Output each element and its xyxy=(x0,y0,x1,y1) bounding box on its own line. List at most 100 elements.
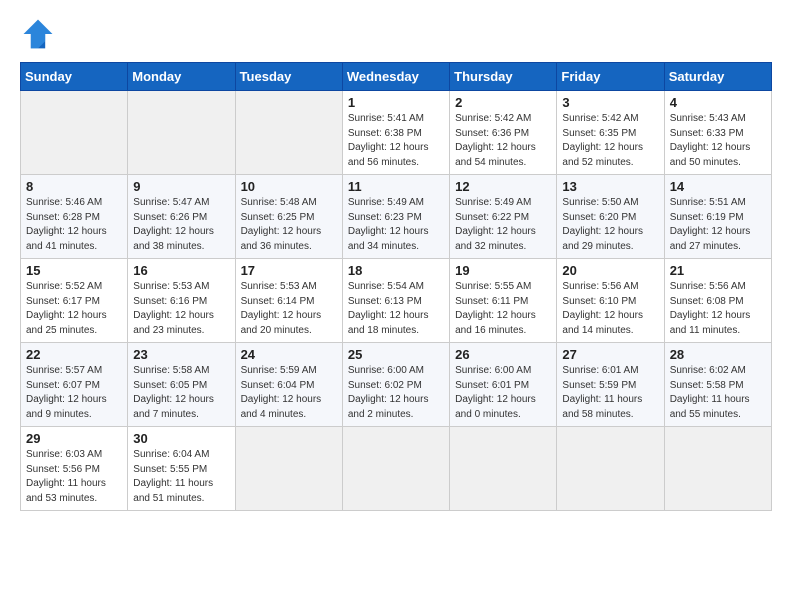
calendar-cell: 16 Sunrise: 5:53 AMSunset: 6:16 PMDayligh… xyxy=(128,259,235,343)
day-info: Sunrise: 5:41 AMSunset: 6:38 PMDaylight:… xyxy=(348,112,445,170)
day-number: 27 xyxy=(562,347,659,362)
calendar-cell xyxy=(664,427,771,511)
col-header-thursday: Thursday xyxy=(450,63,557,91)
calendar-cell: 8 Sunrise: 5:46 AMSunset: 6:28 PMDaylight… xyxy=(21,175,128,259)
day-number: 28 xyxy=(670,347,767,362)
day-number: 26 xyxy=(455,347,552,362)
day-info: Sunrise: 5:53 AMSunset: 6:14 PMDaylight:… xyxy=(241,280,338,338)
calendar-cell: 28 Sunrise: 6:02 AMSunset: 5:58 PMDayligh… xyxy=(664,343,771,427)
day-info: Sunrise: 6:02 AMSunset: 5:58 PMDaylight:… xyxy=(670,364,767,422)
calendar-cell xyxy=(128,91,235,175)
day-number: 1 xyxy=(348,95,445,110)
calendar-cell: 19 Sunrise: 5:55 AMSunset: 6:11 PMDayligh… xyxy=(450,259,557,343)
day-info: Sunrise: 6:00 AMSunset: 6:02 PMDaylight:… xyxy=(348,364,445,422)
col-header-wednesday: Wednesday xyxy=(342,63,449,91)
calendar-cell: 12 Sunrise: 5:49 AMSunset: 6:22 PMDayligh… xyxy=(450,175,557,259)
day-number: 19 xyxy=(455,263,552,278)
day-info: Sunrise: 5:42 AMSunset: 6:35 PMDaylight:… xyxy=(562,112,659,170)
day-info: Sunrise: 5:53 AMSunset: 6:16 PMDaylight:… xyxy=(133,280,230,338)
calendar-cell: 30 Sunrise: 6:04 AMSunset: 5:55 PMDayligh… xyxy=(128,427,235,511)
day-number: 4 xyxy=(670,95,767,110)
day-number: 21 xyxy=(670,263,767,278)
page: SundayMondayTuesdayWednesdayThursdayFrid… xyxy=(0,0,792,521)
day-number: 3 xyxy=(562,95,659,110)
day-info: Sunrise: 5:56 AMSunset: 6:10 PMDaylight:… xyxy=(562,280,659,338)
calendar-cell: 21 Sunrise: 5:56 AMSunset: 6:08 PMDayligh… xyxy=(664,259,771,343)
day-number: 17 xyxy=(241,263,338,278)
day-info: Sunrise: 5:50 AMSunset: 6:20 PMDaylight:… xyxy=(562,196,659,254)
day-info: Sunrise: 5:56 AMSunset: 6:08 PMDaylight:… xyxy=(670,280,767,338)
calendar-cell: 27 Sunrise: 6:01 AMSunset: 5:59 PMDayligh… xyxy=(557,343,664,427)
day-info: Sunrise: 5:55 AMSunset: 6:11 PMDaylight:… xyxy=(455,280,552,338)
calendar-cell xyxy=(342,427,449,511)
calendar-cell: 23 Sunrise: 5:58 AMSunset: 6:05 PMDayligh… xyxy=(128,343,235,427)
day-number: 18 xyxy=(348,263,445,278)
day-number: 14 xyxy=(670,179,767,194)
day-number: 9 xyxy=(133,179,230,194)
day-number: 12 xyxy=(455,179,552,194)
day-info: Sunrise: 5:46 AMSunset: 6:28 PMDaylight:… xyxy=(26,196,123,254)
calendar-cell: 24 Sunrise: 5:59 AMSunset: 6:04 PMDayligh… xyxy=(235,343,342,427)
day-info: Sunrise: 6:04 AMSunset: 5:55 PMDaylight:… xyxy=(133,448,230,506)
day-info: Sunrise: 5:49 AMSunset: 6:22 PMDaylight:… xyxy=(455,196,552,254)
day-info: Sunrise: 5:42 AMSunset: 6:36 PMDaylight:… xyxy=(455,112,552,170)
col-header-sunday: Sunday xyxy=(21,63,128,91)
day-info: Sunrise: 5:48 AMSunset: 6:25 PMDaylight:… xyxy=(241,196,338,254)
day-number: 13 xyxy=(562,179,659,194)
calendar-cell: 9 Sunrise: 5:47 AMSunset: 6:26 PMDaylight… xyxy=(128,175,235,259)
calendar-cell: 15 Sunrise: 5:52 AMSunset: 6:17 PMDayligh… xyxy=(21,259,128,343)
day-number: 2 xyxy=(455,95,552,110)
day-number: 8 xyxy=(26,179,123,194)
day-info: Sunrise: 6:03 AMSunset: 5:56 PMDaylight:… xyxy=(26,448,123,506)
calendar-cell xyxy=(21,91,128,175)
day-number: 29 xyxy=(26,431,123,446)
day-number: 11 xyxy=(348,179,445,194)
calendar-cell: 29 Sunrise: 6:03 AMSunset: 5:56 PMDayligh… xyxy=(21,427,128,511)
day-number: 23 xyxy=(133,347,230,362)
calendar-cell: 17 Sunrise: 5:53 AMSunset: 6:14 PMDayligh… xyxy=(235,259,342,343)
day-number: 25 xyxy=(348,347,445,362)
col-header-monday: Monday xyxy=(128,63,235,91)
day-number: 15 xyxy=(26,263,123,278)
calendar-cell: 14 Sunrise: 5:51 AMSunset: 6:19 PMDayligh… xyxy=(664,175,771,259)
day-info: Sunrise: 5:57 AMSunset: 6:07 PMDaylight:… xyxy=(26,364,123,422)
logo xyxy=(20,16,62,52)
day-number: 24 xyxy=(241,347,338,362)
day-number: 22 xyxy=(26,347,123,362)
day-number: 16 xyxy=(133,263,230,278)
day-info: Sunrise: 5:54 AMSunset: 6:13 PMDaylight:… xyxy=(348,280,445,338)
calendar-cell: 4 Sunrise: 5:43 AMSunset: 6:33 PMDaylight… xyxy=(664,91,771,175)
day-info: Sunrise: 6:00 AMSunset: 6:01 PMDaylight:… xyxy=(455,364,552,422)
calendar-cell: 26 Sunrise: 6:00 AMSunset: 6:01 PMDayligh… xyxy=(450,343,557,427)
header xyxy=(20,16,772,52)
calendar-cell: 3 Sunrise: 5:42 AMSunset: 6:35 PMDaylight… xyxy=(557,91,664,175)
day-number: 10 xyxy=(241,179,338,194)
day-info: Sunrise: 5:52 AMSunset: 6:17 PMDaylight:… xyxy=(26,280,123,338)
calendar-cell: 1 Sunrise: 5:41 AMSunset: 6:38 PMDaylight… xyxy=(342,91,449,175)
day-info: Sunrise: 5:47 AMSunset: 6:26 PMDaylight:… xyxy=(133,196,230,254)
logo-icon xyxy=(20,16,56,52)
calendar-cell xyxy=(235,91,342,175)
day-info: Sunrise: 5:51 AMSunset: 6:19 PMDaylight:… xyxy=(670,196,767,254)
day-info: Sunrise: 6:01 AMSunset: 5:59 PMDaylight:… xyxy=(562,364,659,422)
col-header-tuesday: Tuesday xyxy=(235,63,342,91)
day-info: Sunrise: 5:43 AMSunset: 6:33 PMDaylight:… xyxy=(670,112,767,170)
calendar-cell: 25 Sunrise: 6:00 AMSunset: 6:02 PMDayligh… xyxy=(342,343,449,427)
col-header-saturday: Saturday xyxy=(664,63,771,91)
calendar-cell: 10 Sunrise: 5:48 AMSunset: 6:25 PMDayligh… xyxy=(235,175,342,259)
calendar-cell: 20 Sunrise: 5:56 AMSunset: 6:10 PMDayligh… xyxy=(557,259,664,343)
calendar-cell xyxy=(450,427,557,511)
calendar-cell: 22 Sunrise: 5:57 AMSunset: 6:07 PMDayligh… xyxy=(21,343,128,427)
col-header-friday: Friday xyxy=(557,63,664,91)
calendar-table: SundayMondayTuesdayWednesdayThursdayFrid… xyxy=(20,62,772,511)
day-info: Sunrise: 5:49 AMSunset: 6:23 PMDaylight:… xyxy=(348,196,445,254)
calendar-cell xyxy=(557,427,664,511)
day-info: Sunrise: 5:59 AMSunset: 6:04 PMDaylight:… xyxy=(241,364,338,422)
calendar-cell xyxy=(235,427,342,511)
calendar-cell: 18 Sunrise: 5:54 AMSunset: 6:13 PMDayligh… xyxy=(342,259,449,343)
calendar-cell: 2 Sunrise: 5:42 AMSunset: 6:36 PMDaylight… xyxy=(450,91,557,175)
day-info: Sunrise: 5:58 AMSunset: 6:05 PMDaylight:… xyxy=(133,364,230,422)
calendar-cell: 13 Sunrise: 5:50 AMSunset: 6:20 PMDayligh… xyxy=(557,175,664,259)
day-number: 30 xyxy=(133,431,230,446)
day-number: 20 xyxy=(562,263,659,278)
